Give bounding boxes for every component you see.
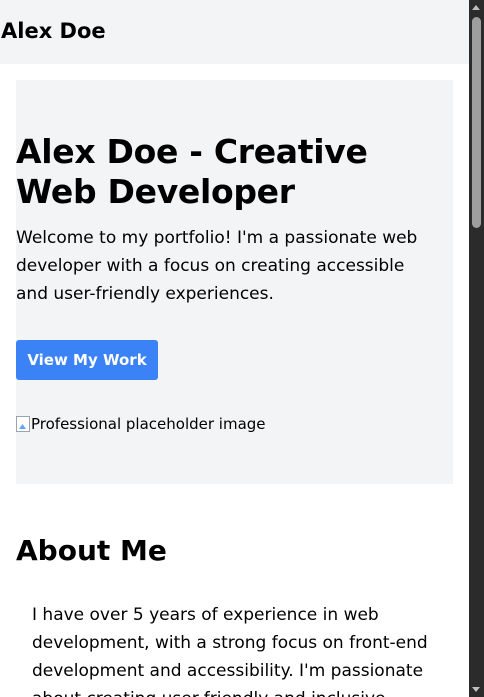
about-title: About Me <box>16 534 167 567</box>
hero-image: Professional placeholder image <box>16 413 266 435</box>
site-title: Alex Doe <box>1 18 106 43</box>
hero-intro-text: Welcome to my portfolio! I'm a passionat… <box>16 228 418 304</box>
broken-image-icon <box>16 416 30 432</box>
scroll-up-arrow-icon[interactable] <box>472 5 480 10</box>
view-my-work-button[interactable]: View My Work <box>16 340 158 380</box>
scroll-down-arrow-icon[interactable] <box>472 687 480 692</box>
hero-section: Alex Doe - Creative Web Developer Welcom… <box>16 80 453 484</box>
page-content: Alex Doe Alex Doe - Creative Web Develop… <box>0 0 469 697</box>
about-text: I have over 5 years of experience in web… <box>32 605 428 697</box>
hero-title: Alex Doe - Creative Web Developer <box>16 132 368 211</box>
vertical-scrollbar[interactable] <box>469 0 484 697</box>
scrollbar-thumb[interactable] <box>472 17 481 228</box>
hero-image-alt-text: Professional placeholder image <box>31 415 266 433</box>
browser-viewport: Alex Doe Alex Doe - Creative Web Develop… <box>0 0 484 697</box>
site-header: Alex Doe <box>0 0 469 64</box>
